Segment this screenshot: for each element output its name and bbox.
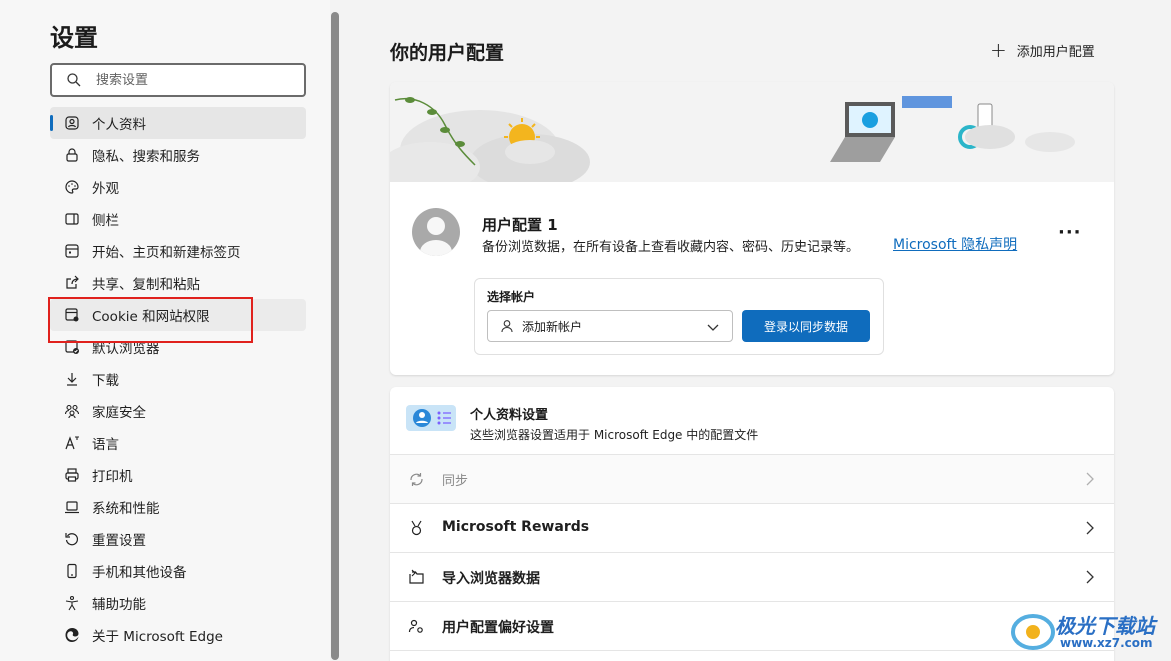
download-icon [67,373,77,386]
privacy-link[interactable]: Microsoft 隐私声明 [893,234,1017,254]
settings-row-sync[interactable]: 同步 [390,455,1114,504]
sidebar-item-accessibility[interactable]: 辅助功能 [50,587,306,619]
more-options-button[interactable]: ··· [1058,222,1082,243]
reset-icon [65,533,79,546]
sidebar-item-reset[interactable]: 重置设置 [50,523,306,555]
profile-name: 用户配置 1 [482,216,558,234]
add-profile-label: 添加用户配置 [1016,44,1095,60]
profile-icon [65,116,79,130]
sidebar-scrollbar[interactable] [331,12,339,660]
chevron-right-icon [1086,570,1094,584]
sidebar-item-label: 关于 Microsoft Edge [92,629,223,645]
sidebar-item-profile[interactable]: 个人资料 [50,107,306,139]
sidebar-item-label: 外观 [92,181,119,197]
sign-in-sync-button[interactable]: 登录以同步数据 [742,310,870,342]
sidebar-item-start-home[interactable]: 开始、主页和新建标签页 [50,235,306,267]
lock-icon [66,148,78,162]
sidebar-item-system[interactable]: 系统和性能 [50,491,306,523]
watermark-url: www.xz7.com [1060,636,1153,650]
plus-icon: + [990,38,1007,62]
settings-row-rewards[interactable]: Microsoft Rewards [390,504,1114,553]
main-content: 你的用户配置 + 添加用户配置 用户配置 1 备份浏览数据，在所有设备上查看收藏… [340,0,1171,661]
people-settings-icon [408,619,423,633]
add-profile-button[interactable]: + 添加用户配置 [990,40,1095,60]
sidebar-item-label: 共享、复制和粘贴 [92,277,200,293]
edge-icon [65,628,79,642]
sidebar-item-label: 语言 [92,437,119,453]
sidebar-item-label: 重置设置 [92,533,146,549]
settings-row-label: 用户配置偏好设置 [442,620,554,636]
phone-icon [67,563,77,579]
sidebar-item-phone[interactable]: 手机和其他设备 [50,555,306,587]
highlight-annotation [48,297,253,343]
profile-settings-icon [406,405,456,431]
sidebar-icon [65,213,79,225]
sidebar-title: 设置 [50,24,98,52]
profile-banner-illustration [390,82,1114,182]
account-label: 选择帐户 [487,290,536,304]
sidebar-item-downloads[interactable]: 下载 [50,363,306,395]
sidebar-item-label: 打印机 [92,469,133,485]
sidebar-item-printers[interactable]: 打印机 [50,459,306,491]
sidebar-item-label: 开始、主页和新建标签页 [92,245,241,261]
medal-icon [411,520,422,536]
chevron-right-icon [1086,521,1094,535]
settings-row-label: Microsoft Rewards [442,519,590,535]
settings-sidebar: 设置 个人资料 隐私、搜索和服务 外观 侧栏 开始、主页和新建标签页 共享、复制… [0,0,330,661]
profile-settings-header: 个人资料设置 这些浏览器设置适用于 Microsoft Edge 中的配置文件 [390,387,1114,455]
sidebar-item-label: 侧栏 [92,213,119,229]
profile-settings-title: 个人资料设置 [470,408,549,423]
search-box[interactable] [50,63,306,97]
profile-settings-card: 个人资料设置 这些浏览器设置适用于 Microsoft Edge 中的配置文件 … [390,387,1114,661]
sidebar-item-label: 系统和性能 [92,501,160,517]
settings-row-label: 导入浏览器数据 [442,571,540,587]
sidebar-item-sidebar[interactable]: 侧栏 [50,203,306,235]
profile-settings-description: 这些浏览器设置适用于 Microsoft Edge 中的配置文件 [470,428,759,442]
profile-description: 备份浏览数据，在所有设备上查看收藏内容、密码、历史记录等。 [482,240,860,255]
sidebar-item-appearance[interactable]: 外观 [50,171,306,203]
search-input[interactable] [96,69,296,91]
account-dropdown[interactable]: 添加新帐户 [487,310,733,342]
settings-row-label: 同步 [442,474,469,489]
sidebar-item-family[interactable]: 家庭安全 [50,395,306,427]
sidebar-item-label: 辅助功能 [92,597,146,613]
palette-icon [65,180,79,194]
import-icon [409,569,424,584]
settings-row-import[interactable]: 导入浏览器数据 [390,553,1114,602]
avatar [412,208,460,256]
sidebar-item-share[interactable]: 共享、复制和粘贴 [50,267,306,299]
share-icon [66,275,79,289]
home-tabs-icon [65,244,79,258]
person-icon [420,217,452,256]
sidebar-item-privacy[interactable]: 隐私、搜索和服务 [50,139,306,171]
sidebar-item-label: 手机和其他设备 [92,565,187,581]
sidebar-item-label: 家庭安全 [92,405,146,421]
language-icon [65,436,79,450]
laptop-icon [65,501,79,514]
sidebar-item-about[interactable]: 关于 Microsoft Edge [50,619,306,651]
accessibility-icon [65,595,79,611]
sidebar-item-label: 下载 [92,373,119,389]
chevron-down-icon [707,324,719,331]
account-selector-box: 选择帐户 添加新帐户 登录以同步数据 [474,278,884,355]
sidebar-item-label: 个人资料 [92,117,146,133]
person-icon [501,320,513,333]
chevron-right-icon [1086,472,1094,486]
sidebar-item-label: 隐私、搜索和服务 [92,149,200,165]
settings-row-profile-preferences[interactable]: 用户配置偏好设置 [390,602,1114,651]
search-icon [67,73,81,87]
account-selected-value: 添加新帐户 [522,319,583,334]
profile-card: 用户配置 1 备份浏览数据，在所有设备上查看收藏内容、密码、历史记录等。 Mic… [390,82,1114,375]
printer-icon [65,468,79,482]
sync-icon [410,473,423,486]
sidebar-item-language[interactable]: 语言 [50,427,306,459]
family-icon [64,404,80,419]
sidebar-nav: 个人资料 隐私、搜索和服务 外观 侧栏 开始、主页和新建标签页 共享、复制和粘贴… [50,107,306,651]
watermark-text: 极光下载站 [1055,614,1155,638]
page-title: 你的用户配置 [390,42,505,64]
